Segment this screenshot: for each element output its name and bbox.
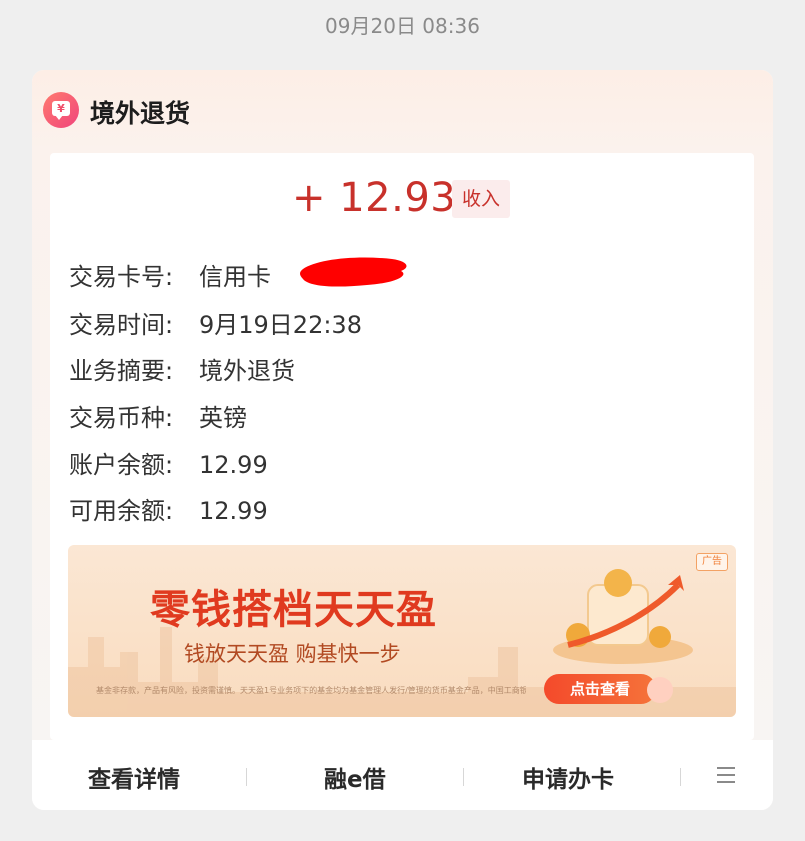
detail-row-account-balance: 账户余额: 12.99 — [69, 445, 268, 480]
detail-row-available-balance: 可用余额: 12.99 — [69, 491, 268, 526]
coins-jar-graphic — [553, 569, 693, 664]
detail-value: 英镑 — [199, 404, 247, 432]
ad-disclaimer: 基金非存款，产品有风险，投资需谨慎。天天盈1号业务项下的基金均为基金管理人发行/… — [96, 686, 526, 695]
ad-view-button[interactable]: 点击查看 — [544, 674, 656, 704]
hamburger-menu-icon[interactable] — [717, 767, 735, 783]
detail-label: 交易时间: — [69, 311, 174, 339]
ad-title: 零钱搭档天天盈 — [150, 587, 437, 633]
card-title: 境外退货 — [90, 99, 191, 128]
detail-label: 交易卡号: — [69, 263, 174, 291]
detail-value: 12.99 — [199, 497, 268, 525]
transaction-detail-panel: + 12.93 收入 交易卡号: 信用卡 交易时间: 9月19日22:38 业务摘要… — [50, 153, 754, 740]
rong-e-jie-button[interactable]: 融e借 — [324, 760, 386, 794]
detail-label: 业务摘要: — [69, 357, 174, 385]
ad-banner[interactable]: 广告 零钱搭档天天盈 钱放天天盈 购基快一步 基金非存款，产品有风险，投资需谨慎… — [68, 545, 736, 717]
transaction-notification-card[interactable]: ¥ 境外退货 + 12.93 收入 交易卡号: 信用卡 交易时间: 9月19日22:… — [32, 70, 773, 810]
ad-subtitle: 钱放天天盈 购基快一步 — [184, 642, 401, 666]
income-badge: 收入 — [452, 180, 510, 218]
divider — [680, 768, 681, 786]
detail-value: 12.99 — [199, 451, 268, 479]
yuan-message-icon: ¥ — [43, 92, 79, 128]
transaction-amount: + 12.93 — [292, 175, 457, 221]
apply-card-button[interactable]: 申请办卡 — [522, 760, 614, 794]
pointer-hand-icon — [647, 677, 673, 703]
card-action-bar: 查看详情 融e借 申请办卡 — [32, 740, 773, 810]
detail-row-currency: 交易币种: 英镑 — [69, 398, 247, 433]
detail-label: 可用余额: — [69, 497, 174, 525]
detail-label: 交易币种: — [69, 404, 174, 432]
message-timestamp: 09月20日 08:36 — [325, 14, 480, 38]
detail-row-summary: 业务摘要: 境外退货 — [69, 351, 295, 386]
view-details-button[interactable]: 查看详情 — [88, 760, 180, 794]
detail-row-time: 交易时间: 9月19日22:38 — [69, 305, 362, 340]
detail-label: 账户余额: — [69, 451, 174, 479]
divider — [463, 768, 464, 786]
detail-value: 9月19日22:38 — [199, 311, 362, 339]
detail-value: 境外退货 — [199, 357, 295, 385]
redaction-mark — [300, 257, 407, 287]
divider — [246, 768, 247, 786]
detail-value: 信用卡 — [199, 263, 271, 291]
detail-row-card-number: 交易卡号: 信用卡 — [69, 257, 271, 292]
